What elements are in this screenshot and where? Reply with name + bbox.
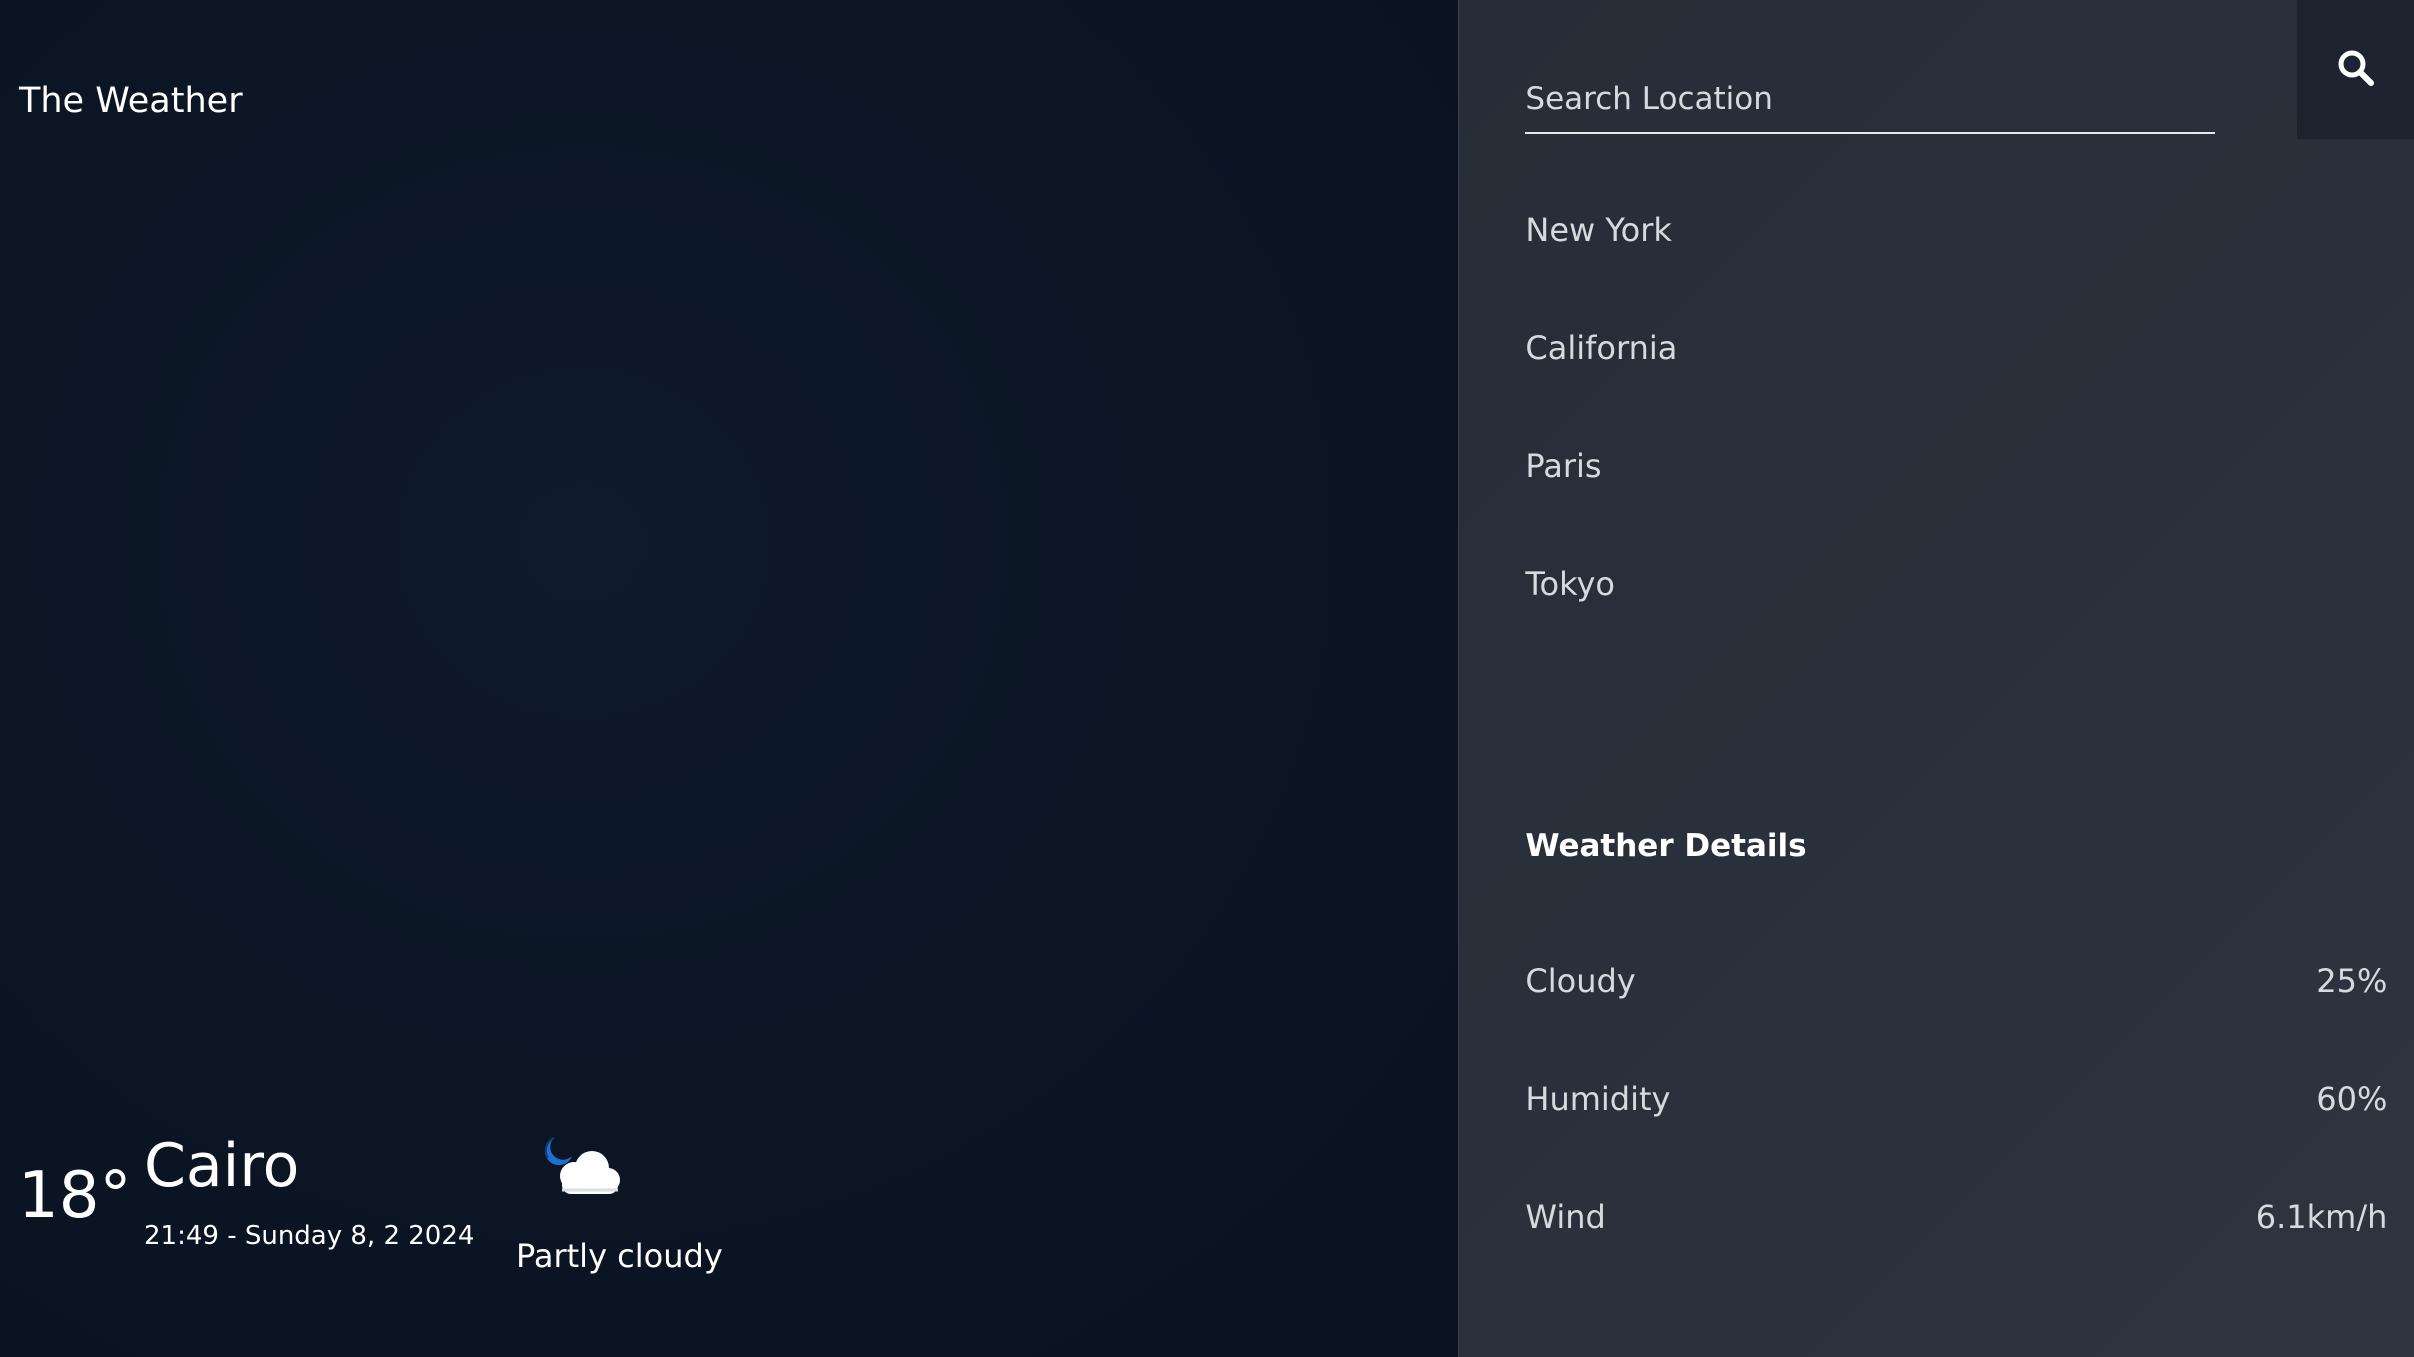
- current-weather: 18° Cairo 21:49 - Sunday 8, 2 2024 Partl…: [18, 1120, 778, 1300]
- search-field: [1525, 72, 2216, 134]
- detail-value: 6.1km/h: [2255, 1198, 2388, 1236]
- detail-label: Cloudy: [1525, 962, 1636, 1000]
- detail-row-humidity: Humidity 60%: [1525, 1079, 2387, 1197]
- location-list: New York California Paris Tokyo: [1525, 210, 1677, 682]
- date-time: 21:49 - Sunday 8, 2 2024: [144, 1221, 475, 1251]
- condition-block: Partly cloudy: [516, 1120, 756, 1280]
- sidebar: New York California Paris Tokyo Weather …: [1458, 0, 2414, 1357]
- condition-label: Partly cloudy: [516, 1237, 723, 1275]
- detail-label: Humidity: [1525, 1080, 1671, 1118]
- weather-app: The Weather 18° Cairo 21:49 - Sunday 8, …: [0, 0, 2414, 1357]
- temperature: 18°: [18, 1159, 132, 1233]
- main-panel: The Weather 18° Cairo 21:49 - Sunday 8, …: [0, 0, 1459, 1357]
- weather-details-list: Cloudy 25% Humidity 60% Wind 6.1km/h: [1525, 961, 2387, 1315]
- detail-value: 60%: [2316, 1080, 2388, 1118]
- location-item-tokyo[interactable]: Tokyo: [1525, 564, 1677, 682]
- location-item-california[interactable]: California: [1525, 328, 1677, 446]
- search-button[interactable]: [2297, 0, 2414, 139]
- detail-row-wind: Wind 6.1km/h: [1525, 1197, 2387, 1315]
- search-icon: [2336, 48, 2376, 91]
- brand-title: The Weather: [19, 81, 243, 121]
- moon-cloud-icon: [540, 1132, 624, 1202]
- weather-details-title: Weather Details: [1525, 828, 1807, 864]
- location-item-new-york[interactable]: New York: [1525, 210, 1677, 328]
- location-item-paris[interactable]: Paris: [1525, 446, 1677, 564]
- detail-label: Wind: [1525, 1198, 1606, 1236]
- detail-value: 25%: [2316, 962, 2388, 1000]
- search-input[interactable]: [1525, 72, 2216, 126]
- detail-row-cloudy: Cloudy 25%: [1525, 961, 2387, 1079]
- city-name: Cairo: [144, 1131, 300, 1201]
